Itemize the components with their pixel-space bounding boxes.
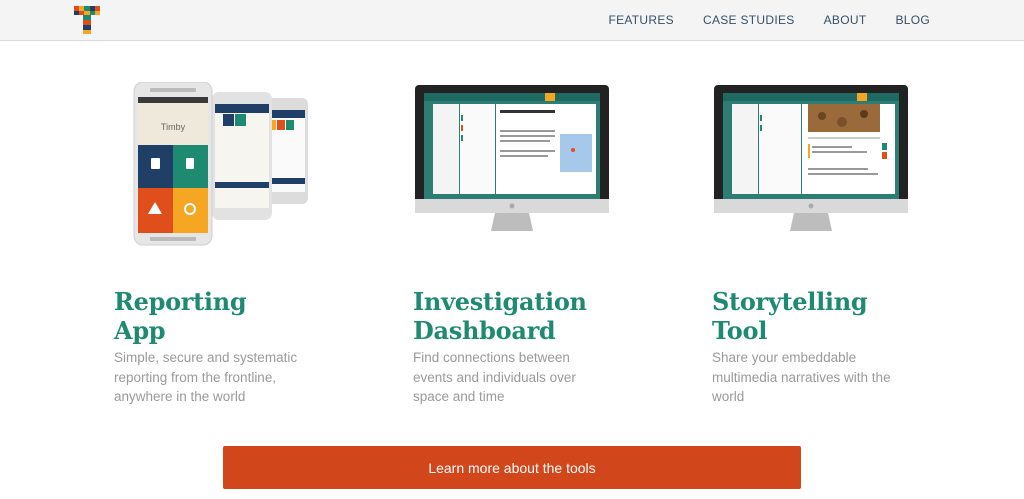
product-title-line1: Storytelling	[712, 287, 868, 316]
monitor-mockup-image	[714, 85, 908, 231]
product-description: Find connections between events and indi…	[413, 350, 576, 404]
main-nav: FEATURES CASE STUDIES ABOUT BLOG	[608, 0, 930, 40]
nav-features[interactable]: FEATURES	[608, 13, 674, 27]
nav-about[interactable]: ABOUT	[824, 13, 867, 27]
nav-case-studies[interactable]: CASE STUDIES	[703, 13, 795, 27]
top-navbar: FEATURES CASE STUDIES ABOUT BLOG	[0, 0, 1024, 41]
product-title[interactable]: Reporting App	[114, 287, 247, 345]
monitor-mockup-image	[415, 85, 609, 231]
product-title[interactable]: Investigation Dashboard	[413, 287, 587, 345]
product-title-line1: Investigation	[413, 287, 587, 316]
product-title-line2: Tool	[712, 316, 768, 345]
phone-screen-brand: Timby	[161, 122, 186, 132]
product-description: Simple, secure and systematic reporting …	[114, 350, 298, 404]
product-description: Share your embeddable multimedia narrati…	[712, 350, 891, 404]
product-title-line2: App	[114, 316, 166, 345]
phone-mockup-image: Timby	[133, 82, 308, 246]
product-title[interactable]: Storytelling Tool	[712, 287, 868, 345]
nav-blog[interactable]: BLOG	[895, 13, 930, 27]
product-title-line2: Dashboard	[413, 316, 556, 345]
timby-logo[interactable]	[74, 6, 100, 34]
learn-more-button[interactable]: Learn more about the tools	[223, 446, 801, 489]
product-title-line1: Reporting	[114, 287, 247, 316]
